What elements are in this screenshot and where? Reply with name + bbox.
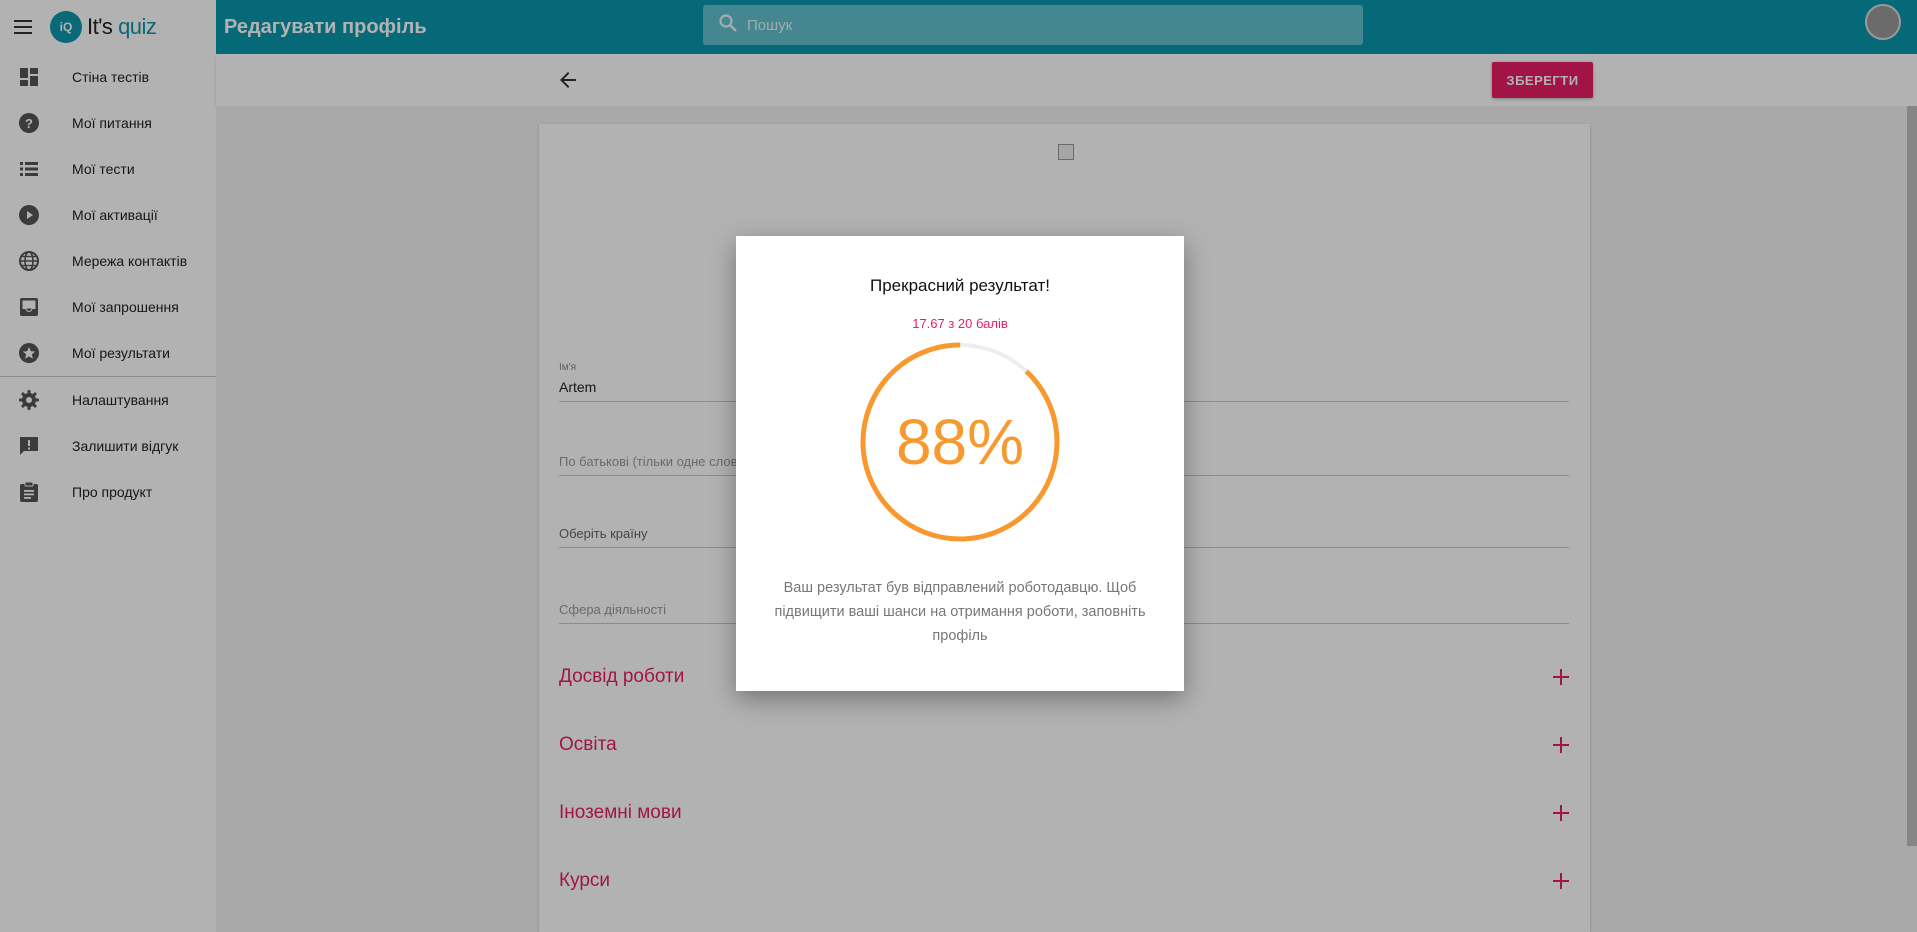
result-title: Прекрасний результат! (870, 276, 1050, 295)
result-message: Ваш результат був відправлений роботодав… (774, 580, 1146, 644)
result-score: 17.67 з 20 балів (912, 316, 1008, 331)
result-dialog: Прекрасний результат! 17.67 з 20 балів 8… (736, 236, 1184, 691)
result-percent: 88% (895, 406, 1025, 478)
